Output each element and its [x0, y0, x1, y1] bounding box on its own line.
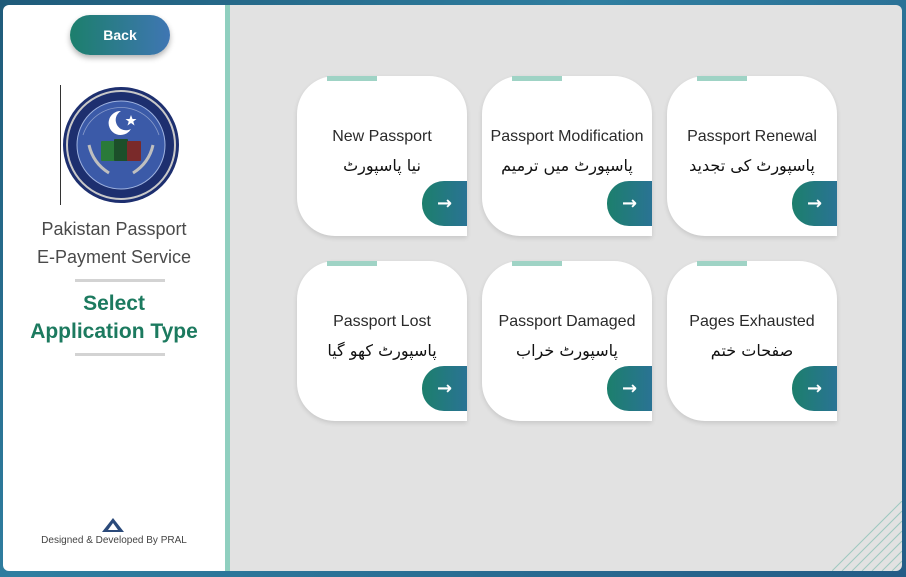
card-urdu-title: پاسپورٹ خراب	[516, 341, 618, 360]
brand-line-2: E-Payment Service	[36, 247, 192, 267]
arrow-right-icon[interactable]: →	[792, 366, 837, 411]
card-title: Pages Exhausted	[689, 313, 815, 330]
card-tab	[327, 76, 377, 81]
page-title-line-1: Select	[83, 292, 145, 315]
card-tab	[512, 261, 562, 266]
card-title: Passport Lost	[333, 313, 431, 330]
card-tab	[697, 261, 747, 266]
card-passport-renewal[interactable]: Passport Renewal پاسپورٹ کی تجدید →	[667, 76, 837, 236]
page-title: Select Application Type	[3, 290, 225, 346]
card-urdu-title: پاسپورٹ میں ترمیم	[501, 156, 633, 175]
sidebar: Back Pakistan Passport E-Payment Service…	[3, 5, 225, 571]
card-urdu-title: صفحات ختم	[710, 341, 794, 360]
card-title: Passport Renewal	[687, 128, 817, 145]
separator-top	[75, 279, 165, 282]
arrow-right-icon[interactable]: →	[792, 181, 837, 226]
card-tab	[327, 261, 377, 266]
arrow-right-icon[interactable]: →	[607, 181, 652, 226]
card-title: Passport Modification	[490, 128, 644, 145]
page-title-line-2: Application Type	[30, 320, 198, 343]
card-tab	[512, 76, 562, 81]
arrow-right-icon[interactable]: →	[422, 181, 467, 226]
decorative-hatch	[832, 501, 902, 571]
brand-line-1: Pakistan Passport	[41, 219, 187, 239]
card-passport-modification[interactable]: Passport Modification پاسپورٹ میں ترمیم …	[482, 76, 652, 236]
card-urdu-title: نیا پاسپورٹ	[343, 156, 421, 175]
main-content: New Passport نیا پاسپورٹ → Passport Modi…	[230, 5, 902, 571]
card-urdu-title: پاسپورٹ کی تجدید	[689, 156, 815, 175]
card-title: Passport Damaged	[498, 313, 636, 330]
brand-title: Pakistan Passport E-Payment Service	[3, 215, 225, 271]
dgip-logo	[63, 87, 179, 203]
card-new-passport[interactable]: New Passport نیا پاسپورٹ →	[297, 76, 467, 236]
footer-credit: Designed & Developed By PRAL	[41, 535, 187, 546]
card-title: New Passport	[332, 128, 432, 145]
back-button[interactable]: Back	[70, 15, 170, 55]
card-passport-damaged[interactable]: Passport Damaged پاسپورٹ خراب →	[482, 261, 652, 421]
card-tab	[697, 76, 747, 81]
card-pages-exhausted[interactable]: Pages Exhausted صفحات ختم →	[667, 261, 837, 421]
separator-bottom	[75, 353, 165, 356]
card-urdu-title: پاسپورٹ کھو گیا	[327, 341, 437, 360]
pral-logo-icon	[102, 518, 124, 532]
arrow-right-icon[interactable]: →	[607, 366, 652, 411]
card-passport-lost[interactable]: Passport Lost پاسپورٹ کھو گیا →	[297, 261, 467, 421]
arrow-right-icon[interactable]: →	[422, 366, 467, 411]
app-frame: Back Pakistan Passport E-Payment Service…	[3, 5, 902, 571]
